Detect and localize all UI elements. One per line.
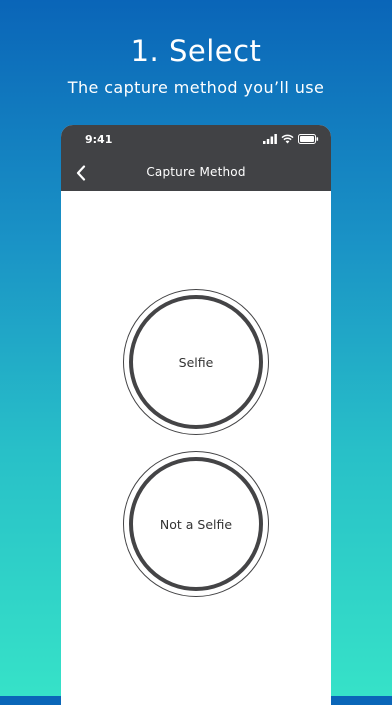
signal-icon [263,134,277,144]
selfie-option-button[interactable]: Selfie [123,289,269,435]
status-bar: 9:41 [61,125,331,155]
page-subtitle: The capture method you’ll use [67,78,325,97]
page-title: 1. Select [130,34,262,68]
not-a-selfie-option-label: Not a Selfie [159,516,233,532]
nav-bar: Capture Method [61,155,331,191]
nav-title: Capture Method [146,165,246,179]
status-time: 9:41 [85,133,113,146]
selfie-option-ring: Selfie [129,295,263,429]
wifi-icon [281,134,294,144]
not-a-selfie-option-button[interactable]: Not a Selfie [123,451,269,597]
not-a-selfie-option-ring: Not a Selfie [129,457,263,591]
selfie-option-label: Selfie [178,354,214,370]
battery-icon [298,134,319,144]
status-icons [263,133,319,145]
phone-screen: 9:41 Capture Method Selfie Not a Selfie [61,125,331,705]
